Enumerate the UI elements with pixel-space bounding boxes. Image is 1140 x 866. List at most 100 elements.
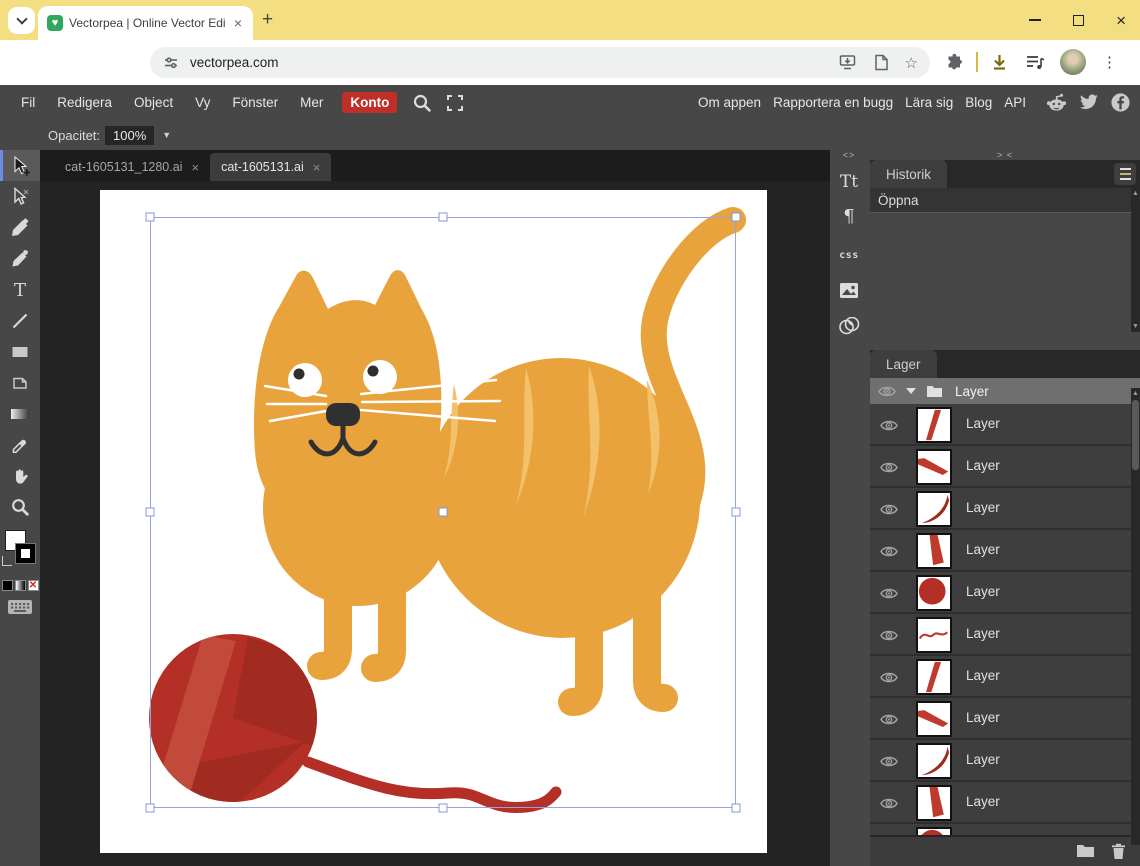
layer-row[interactable]: Layer [870, 572, 1140, 614]
layer-thumbnail-crescent[interactable] [916, 491, 952, 527]
visibility-eye-icon[interactable] [880, 713, 898, 726]
visibility-eye-icon[interactable] [880, 419, 898, 432]
window-close-button[interactable]: × [1116, 12, 1126, 29]
selection-handle-center[interactable] [439, 508, 448, 517]
layer-row[interactable]: Layer [870, 614, 1140, 656]
help-menu-item-api[interactable]: API [998, 95, 1032, 110]
pathfinder-panel-button[interactable] [832, 308, 866, 343]
scrollbar-thumb[interactable] [1132, 400, 1139, 470]
profile-avatar[interactable] [1060, 49, 1086, 75]
layer-group-row[interactable]: Layer [870, 378, 1140, 404]
direct-select-tool-button[interactable] [0, 181, 40, 212]
visibility-eye-icon[interactable] [880, 671, 898, 684]
type-tool-button[interactable]: T [0, 274, 40, 305]
visibility-eye-icon[interactable] [880, 545, 898, 558]
bookmark-star-icon[interactable]: ☆ [905, 54, 918, 72]
visibility-eye-icon[interactable] [880, 755, 898, 768]
url-text[interactable]: vectorpea.com [190, 55, 839, 70]
selection-handle-ne[interactable] [732, 213, 741, 222]
layers-scrollbar[interactable]: ▲ [1131, 388, 1140, 845]
download-icon[interactable] [990, 53, 1009, 72]
layer-thumbnail-stripe[interactable] [916, 407, 952, 443]
help-menu-item-rapportera-en-bugg[interactable]: Rapportera en bugg [767, 95, 899, 110]
no-color-button[interactable]: ✕ [28, 580, 39, 591]
scroll-up-icon[interactable]: ▲ [1131, 390, 1140, 397]
layer-row[interactable]: Layer [870, 656, 1140, 698]
menu-item-vy[interactable]: Vy [184, 95, 221, 110]
image-panel-button[interactable] [832, 273, 866, 308]
visibility-eye-icon[interactable] [880, 629, 898, 642]
layer-thumbnail-stripe[interactable] [916, 659, 952, 695]
document-tab[interactable]: cat-1605131_1280.ai × [54, 153, 210, 181]
layer-row[interactable]: Layer [870, 698, 1140, 740]
selection-handle-s[interactable] [439, 804, 448, 813]
swap-colors-icon[interactable] [2, 556, 12, 566]
menu-item-fönster[interactable]: Fönster [221, 95, 289, 110]
new-tab-button[interactable]: + [262, 9, 273, 31]
browser-menu-kebab-icon[interactable]: ⋮ [1102, 53, 1117, 71]
document-tab-close-icon[interactable]: × [191, 160, 199, 175]
layer-thumbnail-wedge[interactable] [916, 449, 952, 485]
layer-row[interactable]: Layer [870, 740, 1140, 782]
selection-handle-sw[interactable] [146, 804, 155, 813]
scroll-up-icon[interactable]: ▲ [1131, 190, 1140, 197]
layer-thumbnail-squiggle[interactable] [916, 617, 952, 653]
media-controls-icon[interactable] [1025, 53, 1045, 71]
help-menu-item-lära-sig[interactable]: Lära sig [899, 95, 959, 110]
selection-handle-n[interactable] [439, 213, 448, 222]
tab-close-icon[interactable]: × [232, 15, 244, 31]
tab-search-chevron-button[interactable] [8, 7, 35, 34]
canvas-area[interactable] [40, 181, 830, 866]
fullscreen-icon[interactable] [446, 94, 464, 112]
hand-tool-button[interactable] [0, 460, 40, 491]
eyedropper-tool-button[interactable] [0, 429, 40, 460]
artboard[interactable] [100, 190, 767, 853]
window-minimize-button[interactable] [1029, 19, 1041, 21]
opacity-dropdown-caret[interactable]: ▼ [162, 130, 171, 140]
scroll-down-icon[interactable]: ▼ [1131, 323, 1140, 330]
selection-handle-se[interactable] [732, 804, 741, 813]
layer-row[interactable]: Layer [870, 446, 1140, 488]
collapse-strip-control[interactable]: <> [832, 150, 866, 160]
zoom-tool-button[interactable] [0, 491, 40, 522]
layer-thumbnail-wedge[interactable] [916, 701, 952, 737]
new-folder-icon[interactable] [1076, 843, 1095, 860]
url-bar[interactable]: vectorpea.com ☆ [150, 47, 930, 78]
layer-row[interactable]: Layer [870, 488, 1140, 530]
opacity-value[interactable]: 100% [105, 126, 154, 145]
collapse-panels-control[interactable]: > < [975, 150, 1035, 160]
visibility-eye-icon[interactable] [880, 797, 898, 810]
konto-button[interactable]: Konto [342, 92, 397, 113]
paragraph-panel-button[interactable]: ¶ [832, 199, 866, 234]
line-tool-button[interactable] [0, 305, 40, 336]
move-tool-button[interactable] [0, 150, 40, 181]
facebook-icon[interactable] [1111, 93, 1130, 112]
help-menu-item-om-appen[interactable]: Om appen [692, 95, 767, 110]
selection-handle-e[interactable] [732, 508, 741, 517]
layer-row[interactable]: Layer [870, 404, 1140, 446]
visibility-eye-icon[interactable] [880, 461, 898, 474]
visibility-eye-icon[interactable] [880, 503, 898, 516]
color-swatches[interactable] [0, 528, 40, 574]
history-entry-oppna[interactable]: Öppna [870, 188, 1131, 213]
layer-row[interactable]: Layer [870, 530, 1140, 572]
document-tab-close-icon[interactable]: × [313, 160, 321, 175]
selection-handle-nw[interactable] [146, 213, 155, 222]
site-info-icon[interactable] [162, 54, 180, 72]
reddit-icon[interactable] [1046, 93, 1067, 112]
selection-handle-w[interactable] [146, 508, 155, 517]
layer-thumbnail-diagonal[interactable] [916, 785, 952, 821]
document-tab-active[interactable]: cat-1605131.ai × [210, 153, 331, 181]
visibility-eye-icon[interactable] [878, 385, 896, 398]
pen-tool-button[interactable] [0, 212, 40, 243]
expand-triangle-icon[interactable] [906, 388, 916, 394]
gradient-color-button[interactable] [15, 580, 26, 591]
extensions-puzzle-icon[interactable] [945, 53, 964, 72]
rectangle-tool-button[interactable] [0, 336, 40, 367]
visibility-eye-icon[interactable] [880, 587, 898, 600]
stroke-color-swatch[interactable] [15, 543, 36, 564]
layer-thumbnail-diagonal[interactable] [916, 533, 952, 569]
layer-thumbnail-circle[interactable] [916, 827, 952, 835]
tab-historik[interactable]: Historik [870, 160, 947, 188]
browser-tab[interactable]: ♥ Vectorpea | Online Vector Editor × [38, 6, 253, 40]
